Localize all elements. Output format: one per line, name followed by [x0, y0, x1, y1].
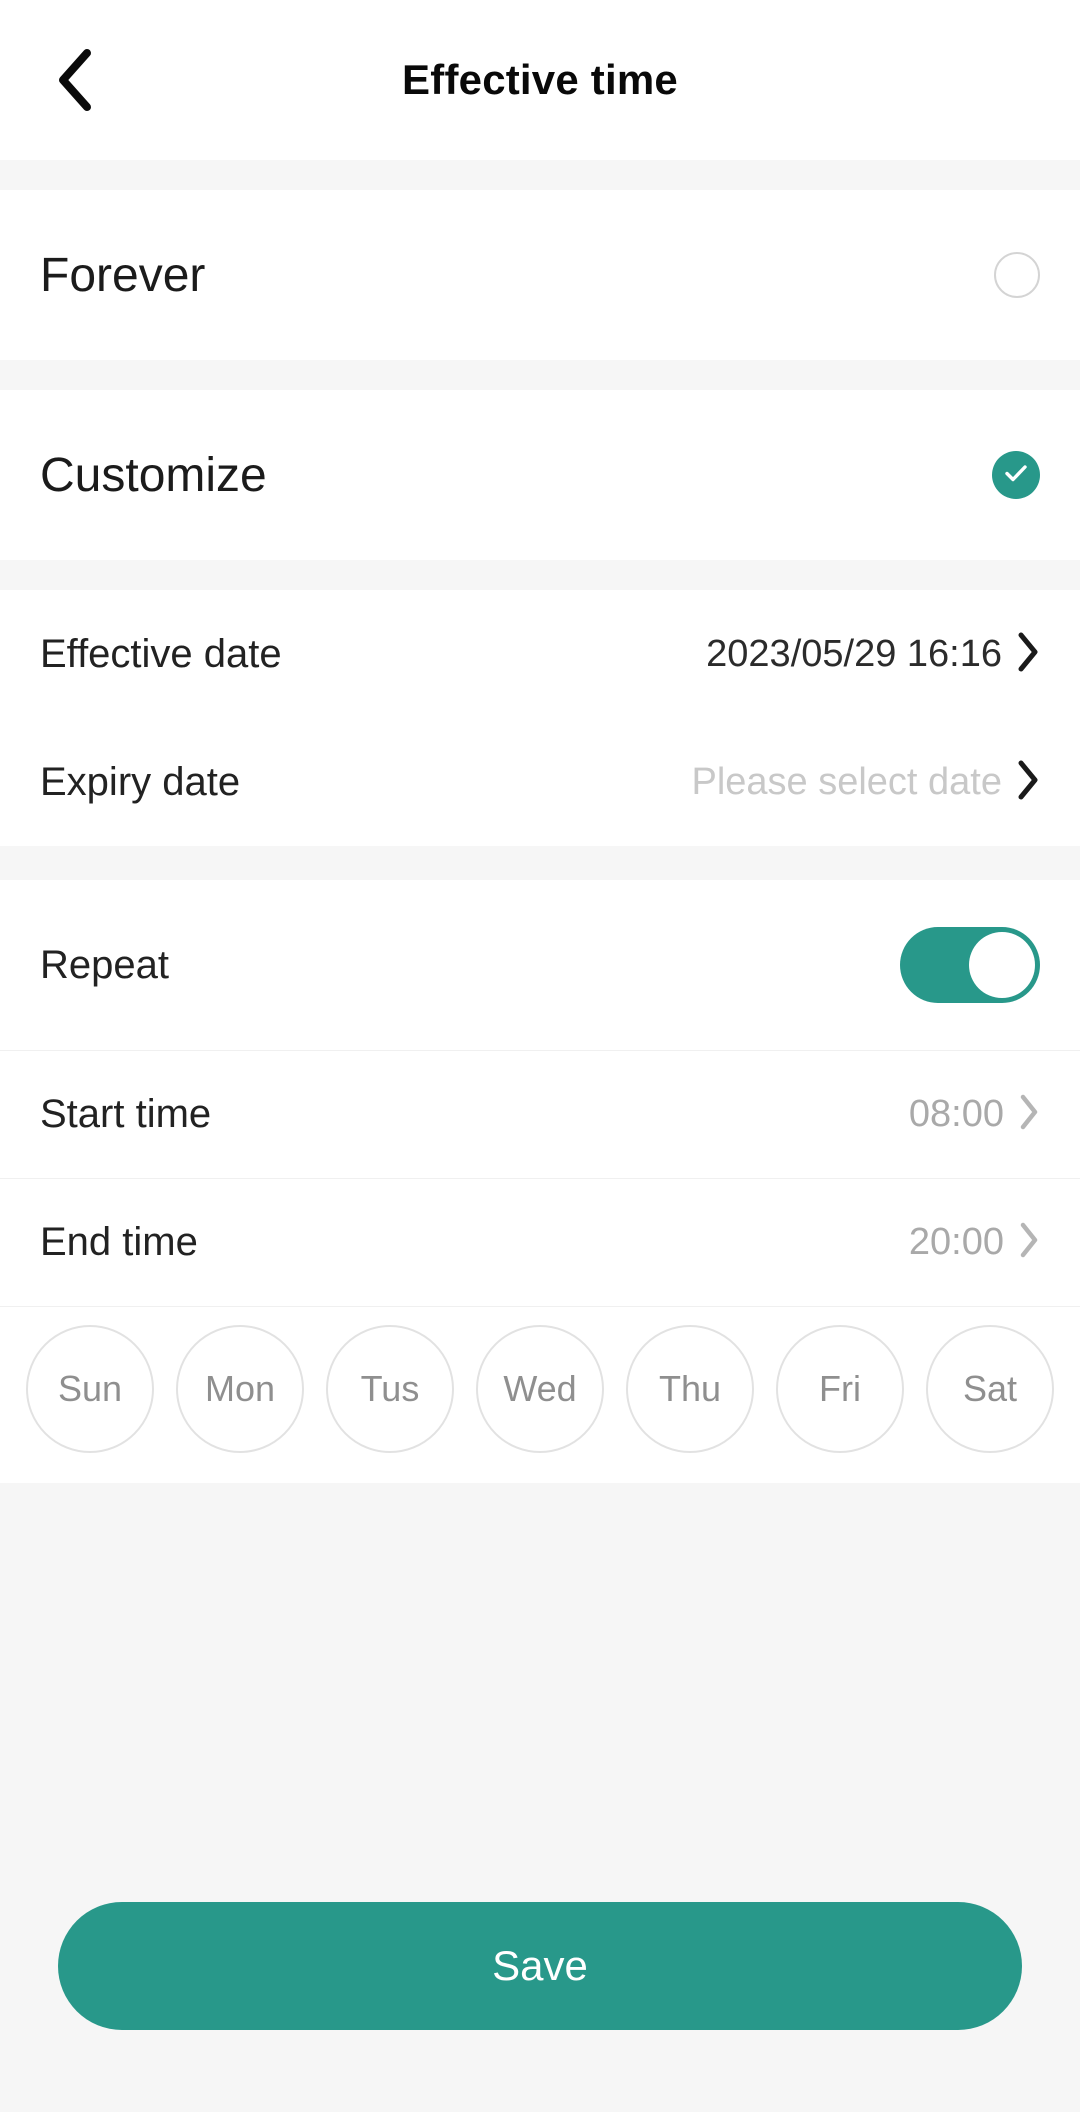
- page-title: Effective time: [402, 56, 678, 103]
- end-time-right: 20:00: [909, 1221, 1040, 1264]
- dates-group: Effective date 2023/05/29 16:16 Expiry d…: [0, 590, 1080, 846]
- page-filler: [0, 1483, 1080, 1902]
- section-gap: [0, 360, 1080, 390]
- day-chip-wed[interactable]: Wed: [476, 1325, 604, 1453]
- day-chip-thu[interactable]: Thu: [626, 1325, 754, 1453]
- expiry-date-placeholder: Please select date: [691, 760, 1002, 803]
- row-repeat[interactable]: Repeat: [0, 880, 1080, 1050]
- start-time-label: Start time: [40, 1092, 212, 1136]
- day-chip-sat[interactable]: Sat: [926, 1325, 1054, 1453]
- effective-date-label: Effective date: [40, 631, 282, 676]
- footer-actions: Save: [0, 1902, 1080, 2112]
- customize-right: [992, 451, 1040, 499]
- repeat-toggle[interactable]: [900, 927, 1040, 1003]
- toggle-knob: [969, 932, 1035, 998]
- day-chip-mon[interactable]: Mon: [176, 1325, 304, 1453]
- forever-label: Forever: [40, 248, 206, 302]
- section-gap: [0, 846, 1080, 880]
- option-customize[interactable]: Customize: [0, 390, 1080, 560]
- day-chip-fri[interactable]: Fri: [776, 1325, 904, 1453]
- option-forever[interactable]: Forever: [0, 190, 1080, 360]
- effective-date-right: 2023/05/29 16:16: [706, 631, 1040, 678]
- forever-radio[interactable]: [994, 252, 1040, 298]
- expiry-date-right: Please select date: [691, 759, 1040, 806]
- row-start-time[interactable]: Start time 08:00: [0, 1050, 1080, 1178]
- section-gap: [0, 560, 1080, 590]
- back-button[interactable]: [20, 0, 130, 160]
- schedule-group: Repeat Start time 08:00 End time 20:00 S…: [0, 880, 1080, 1483]
- repeat-label: Repeat: [40, 942, 169, 987]
- day-chip-sun[interactable]: Sun: [26, 1325, 154, 1453]
- end-time-value: 20:00: [908, 1221, 1004, 1263]
- app-header: Effective time: [0, 0, 1080, 160]
- day-chip-tus[interactable]: Tus: [326, 1325, 454, 1453]
- row-effective-date[interactable]: Effective date 2023/05/29 16:16: [0, 590, 1080, 718]
- chevron-right-icon: [1018, 1221, 1040, 1264]
- chevron-right-icon: [1016, 759, 1040, 806]
- end-time-label: End time: [40, 1220, 198, 1264]
- chevron-right-icon: [1018, 1093, 1040, 1136]
- effective-date-value: 2023/05/29 16:16: [706, 632, 1002, 675]
- repeat-right: [900, 927, 1040, 1003]
- row-expiry-date[interactable]: Expiry date Please select date: [0, 718, 1080, 846]
- forever-group: Forever: [0, 190, 1080, 360]
- expiry-date-label: Expiry date: [40, 759, 241, 804]
- chevron-left-icon: [53, 47, 97, 113]
- chevron-right-icon: [1016, 631, 1040, 678]
- weekday-selector: Sun Mon Tus Wed Thu Fri Sat: [0, 1306, 1080, 1483]
- customize-label: Customize: [40, 448, 267, 502]
- check-icon: [1002, 459, 1030, 492]
- effective-time-screen: Effective time Forever Customize Effecti…: [0, 0, 1080, 2112]
- section-gap: [0, 160, 1080, 190]
- start-time-right: 08:00: [909, 1093, 1040, 1136]
- start-time-value: 08:00: [908, 1093, 1004, 1135]
- row-end-time[interactable]: End time 20:00: [0, 1178, 1080, 1306]
- customize-radio-selected[interactable]: [992, 451, 1040, 499]
- customize-group: Customize: [0, 390, 1080, 560]
- save-button[interactable]: Save: [58, 1902, 1022, 2030]
- forever-right: [994, 252, 1040, 298]
